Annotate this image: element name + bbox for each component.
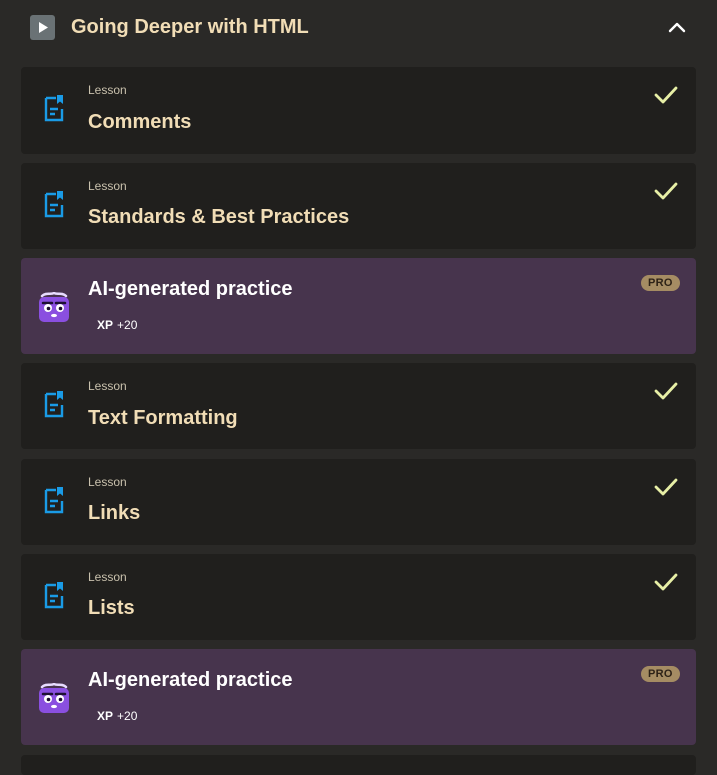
- lesson-document-icon: [44, 95, 64, 122]
- lesson-kicker: Lesson: [88, 83, 127, 97]
- section-header[interactable]: Going Deeper with HTML: [0, 0, 717, 56]
- play-icon: [30, 15, 55, 40]
- chevron-up-icon[interactable]: [664, 14, 690, 40]
- ai-practice-card[interactable]: AI-generated practice XP +20 PRO: [21, 649, 696, 745]
- lesson-card[interactable]: [21, 755, 696, 775]
- lesson-document-icon: [44, 391, 64, 418]
- xp-value: +20: [117, 709, 138, 723]
- lesson-kicker: Lesson: [88, 475, 127, 489]
- lesson-document-icon: [44, 191, 64, 218]
- section-title: Going Deeper with HTML: [71, 16, 309, 38]
- ai-mascot-icon: [39, 292, 69, 322]
- lesson-document-icon: [44, 487, 64, 514]
- lesson-card[interactable]: Lesson Links: [21, 459, 696, 545]
- lesson-title: Standards & Best Practices: [88, 206, 350, 228]
- lesson-card[interactable]: Lesson Comments: [21, 67, 696, 154]
- ai-practice-title: AI-generated practice: [88, 669, 293, 691]
- lesson-card[interactable]: Lesson Text Formatting: [21, 363, 696, 449]
- ai-mascot-icon: [39, 683, 69, 713]
- pro-badge: PRO: [641, 666, 680, 682]
- checkmark-icon: [654, 382, 678, 400]
- lesson-title: Links: [88, 502, 141, 524]
- lesson-kicker: Lesson: [88, 379, 127, 393]
- lesson-title: Comments: [88, 111, 192, 133]
- ai-practice-title: AI-generated practice: [88, 278, 293, 300]
- checkmark-icon: [654, 573, 678, 591]
- checkmark-icon: [654, 182, 678, 200]
- lesson-card[interactable]: Lesson Lists: [21, 554, 696, 640]
- lesson-card[interactable]: Lesson Standards & Best Practices: [21, 163, 696, 249]
- xp-reward: XP +20: [97, 708, 137, 724]
- checkmark-icon: [654, 86, 678, 104]
- xp-value: +20: [117, 318, 138, 332]
- pro-badge: PRO: [641, 275, 680, 291]
- ai-practice-card[interactable]: AI-generated practice XP +20 PRO: [21, 258, 696, 354]
- lesson-kicker: Lesson: [88, 179, 127, 193]
- xp-label: XP: [97, 318, 114, 332]
- xp-reward: XP +20: [97, 317, 137, 333]
- lesson-kicker: Lesson: [88, 570, 127, 584]
- lesson-title: Text Formatting: [88, 407, 238, 429]
- xp-label: XP: [97, 709, 114, 723]
- lesson-title: Lists: [88, 597, 135, 619]
- lesson-document-icon: [44, 582, 64, 609]
- checkmark-icon: [654, 478, 678, 496]
